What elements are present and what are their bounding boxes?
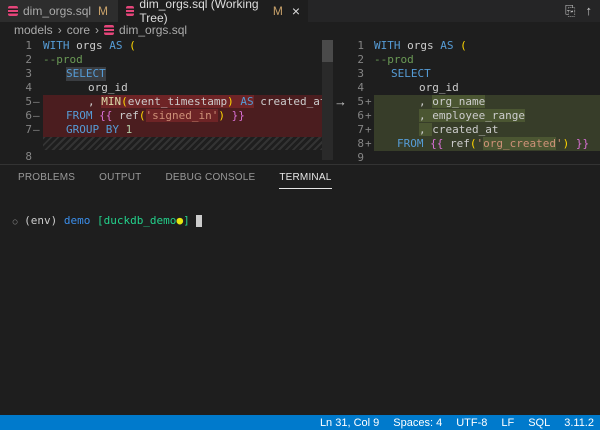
line-number: 8 [25,150,32,163]
code-line: WITH orgs AS ( [43,39,136,52]
encoding[interactable]: UTF-8 [456,417,487,429]
code-line: SELECT [391,67,431,80]
line-number: 2 [357,53,364,66]
code-line: FROM {{ ref('org_created') }} [397,137,590,150]
env-label: (env) [24,214,58,227]
breadcrumb-models[interactable]: models [14,23,53,37]
modified-editor[interactable]: 1 2 3 4 5 +6 +7 +8 +9 WITH orgs AS ( --prod SELE… [0,39,600,403]
close-icon[interactable]: × [292,3,300,19]
cursor [196,215,203,227]
tab-label: dim_orgs.sql (Working Tree) [139,0,259,25]
line-number: 5 [25,95,32,108]
line-number: 5 [357,95,364,108]
chevron-right-icon: › [95,23,100,37]
python-version[interactable]: 3.11.2 [564,417,594,429]
line-number: 7 [25,123,32,136]
tab-dim-orgs-working-tree[interactable]: dim_orgs.sql (Working Tree) M × [118,0,308,25]
cursor-position[interactable]: Ln 31, Col 9 [320,417,379,429]
tab-label: dim_orgs.sql [23,4,92,18]
line-number: 3 [25,67,32,80]
tab-bar: dim_orgs.sql M dim_orgs.sql (Working Tree… [0,0,600,25]
status-bar: Ln 31, Col 9 Spaces: 4 UTF-8 LF SQL 3.11… [0,415,600,430]
chevron-right-icon: › [57,23,62,37]
line-number: 1 [25,39,32,52]
code-line: WITH orgs AS ( [374,39,467,52]
line-number: 4 [357,81,364,94]
indentation[interactable]: Spaces: 4 [393,417,442,429]
diff-marker: — [33,123,40,136]
tab-terminal[interactable]: TERMINAL [279,172,332,189]
previous-change-icon[interactable]: ↑ [586,3,593,19]
modified-badge: M [98,4,109,18]
diff-marker: — [33,95,40,108]
circle-icon: ○ [12,217,18,226]
diff-marker: — [33,109,40,122]
diff-marker: + [365,95,372,108]
line-number: 4 [25,81,32,94]
open-file-icon[interactable]: ⎘ [565,3,575,19]
line-number: 8 [357,137,364,150]
diff-marker: + [365,137,372,150]
prompt-user: demo [63,214,91,227]
breadcrumb: models › core › dim_orgs.sql [14,23,187,37]
diff-filler [43,137,333,150]
database-icon [126,6,135,16]
line-number: 3 [357,67,364,80]
code-line: , created_at [419,123,499,136]
database-icon [104,25,115,35]
diff-marker: + [365,123,372,136]
database-icon [8,6,18,16]
added-line-bg [374,95,600,109]
line-number: 6 [357,109,364,122]
prompt-branch-end: ] [183,214,190,227]
prompt-branch: [duckdb_demo [96,214,177,227]
code-line: org_id [419,81,459,94]
code-line: , org_name [419,95,486,108]
tab-output[interactable]: OUTPUT [99,172,141,189]
diff-marker: + [365,109,372,122]
code-line: , MIN(event_timestamp) AS created_at [88,95,327,108]
scrollbar-thumb[interactable] [322,40,333,62]
code-line: org_id [88,81,128,94]
panel-divider [0,164,600,165]
code-line: --prod [374,53,414,66]
breadcrumb-file[interactable]: dim_orgs.sql [119,23,187,37]
code-line: --prod [43,53,83,66]
line-number: 9 [357,151,364,164]
tab-dim-orgs[interactable]: dim_orgs.sql M [0,0,118,22]
modified-badge: M [272,4,283,18]
code-line: , employee_range [419,109,525,122]
tab-problems[interactable]: PROBLEMS [18,172,75,189]
line-number: 7 [357,123,364,136]
tab-debug-console[interactable]: DEBUG CONSOLE [165,172,255,189]
terminal[interactable]: ○ (env) demo [duckdb_demo●] [6,201,203,227]
line-ending[interactable]: LF [501,417,514,429]
line-number: 1 [357,39,364,52]
breadcrumb-core[interactable]: core [67,23,90,37]
language-mode[interactable]: SQL [528,417,550,429]
line-number: 2 [25,53,32,66]
line-number: 6 [25,109,32,122]
code-line: SELECT [66,67,106,81]
code-line: FROM {{ ref('signed_in') }} [66,109,245,122]
code-line: GROUP BY 1 [66,123,133,136]
panel-tabs: PROBLEMS OUTPUT DEBUG CONSOLE TERMINAL [18,172,332,189]
